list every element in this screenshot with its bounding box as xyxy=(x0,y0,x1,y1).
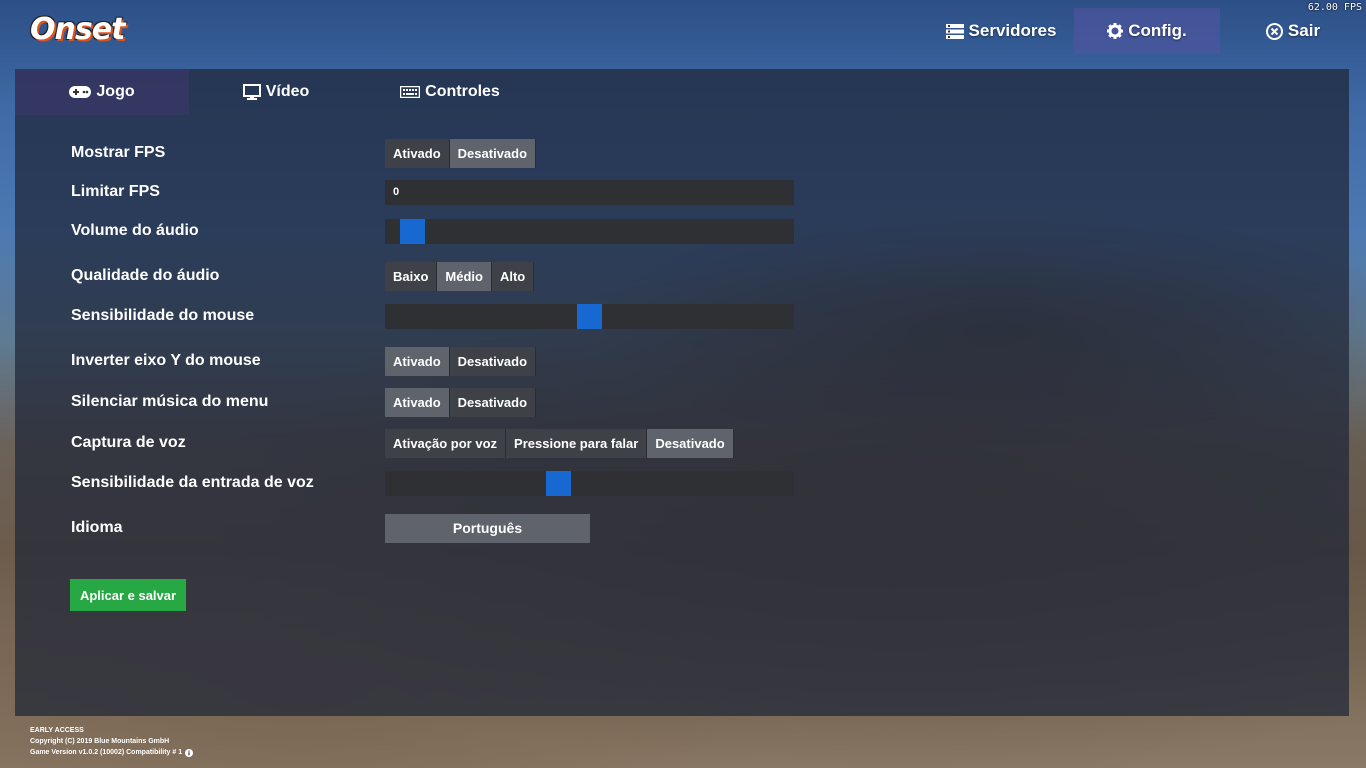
show-fps-label: Mostrar FPS xyxy=(71,144,166,161)
audio-volume-slider[interactable] xyxy=(385,218,794,244)
language-select[interactable]: Português xyxy=(385,513,590,543)
gear-icon xyxy=(1107,23,1124,39)
audio-volume-handle[interactable] xyxy=(400,218,426,244)
setting-mouse-sensitivity: Sensibilidade do mouse xyxy=(71,303,794,329)
mute-menu-music-on-button[interactable]: Ativado xyxy=(385,387,450,417)
language-label: Idioma xyxy=(71,519,123,536)
settings-tabs: Jogo Vídeo Controles xyxy=(15,69,1349,115)
audio-quality-low-button[interactable]: Baixo xyxy=(385,261,438,291)
setting-audio-volume: Volume do áudio xyxy=(71,218,794,244)
mouse-sensitivity-handle[interactable] xyxy=(577,303,602,329)
voice-capture-label: Captura de voz xyxy=(71,434,186,451)
audio-quality-high-button[interactable]: Alto xyxy=(491,261,535,291)
show-fps-toggle: Ativado Desativado xyxy=(385,138,537,168)
voice-sensitivity-handle[interactable] xyxy=(546,470,572,496)
monitor-icon xyxy=(242,84,261,100)
version-text: Game Version v1.0.2 (10002) Compatibilit… xyxy=(30,749,183,756)
early-access-text: EARLY ACCESS xyxy=(30,727,84,734)
nav-exit-label: Sair xyxy=(1287,21,1321,40)
gamepad-icon xyxy=(69,86,92,98)
close-circle-icon xyxy=(1265,22,1283,40)
tab-video-label: Vídeo xyxy=(265,83,310,100)
setting-audio-quality: Qualidade do áudio Baixo Médio Alto xyxy=(71,261,535,291)
settings-panel: Jogo Vídeo Controles Mostrar FPS Ativado… xyxy=(15,69,1349,716)
mouse-sensitivity-slider[interactable] xyxy=(385,303,794,329)
mute-menu-music-label: Silenciar música do menu xyxy=(71,393,269,410)
invert-y-toggle: Ativado Desativado xyxy=(385,346,537,376)
limit-fps-label: Limitar FPS xyxy=(71,183,160,200)
top-nav: Servidores Config. Sair xyxy=(928,8,1366,54)
nav-config-label: Config. xyxy=(1128,21,1187,40)
footer: EARLY ACCESS Copyright (C) 2019 Blue Mou… xyxy=(30,725,194,758)
voice-sensitivity-label: Sensibilidade da entrada de voz xyxy=(71,474,314,491)
tab-video[interactable]: Vídeo xyxy=(189,69,363,115)
nav-servers-label: Servidores xyxy=(968,21,1057,40)
setting-show-fps: Mostrar FPS Ativado Desativado xyxy=(71,138,537,168)
tab-controls[interactable]: Controles xyxy=(363,69,537,115)
audio-quality-label: Qualidade do áudio xyxy=(71,267,220,284)
voice-activation-button[interactable]: Ativação por voz xyxy=(385,428,507,458)
invert-y-label: Inverter eixo Y do mouse xyxy=(71,352,261,369)
show-fps-off-button[interactable]: Desativado xyxy=(449,138,537,168)
nav-servers[interactable]: Servidores xyxy=(928,8,1074,54)
audio-quality-medium-button[interactable]: Médio xyxy=(437,261,492,291)
info-icon[interactable] xyxy=(185,748,194,757)
setting-limit-fps: Limitar FPS 0 xyxy=(71,179,794,205)
invert-y-off-button[interactable]: Desativado xyxy=(449,346,537,376)
setting-language: Idioma Português xyxy=(71,513,590,543)
invert-y-on-button[interactable]: Ativado xyxy=(385,346,450,376)
apply-save-button[interactable]: Aplicar e salvar xyxy=(70,579,186,611)
push-to-talk-button[interactable]: Pressione para falar xyxy=(506,428,648,458)
limit-fps-input[interactable]: 0 xyxy=(385,179,794,205)
voice-capture-off-button[interactable]: Desativado xyxy=(647,428,734,458)
mute-menu-music-off-button[interactable]: Desativado xyxy=(449,387,537,417)
setting-voice-capture: Captura de voz Ativação por voz Pression… xyxy=(71,428,734,458)
nav-config[interactable]: Config. xyxy=(1074,8,1220,54)
copyright-text: Copyright (C) 2019 Blue Mountains GmbH xyxy=(30,738,170,745)
tab-controls-label: Controles xyxy=(425,83,500,100)
version-line: Game Version v1.0.2 (10002) Compatibilit… xyxy=(30,747,194,758)
setting-invert-y: Inverter eixo Y do mouse Ativado Desativ… xyxy=(71,346,537,376)
audio-volume-label: Volume do áudio xyxy=(71,222,199,239)
tab-game[interactable]: Jogo xyxy=(15,69,189,115)
onset-logo: Onset xyxy=(30,12,125,47)
show-fps-on-button[interactable]: Ativado xyxy=(385,138,450,168)
setting-mute-menu-music: Silenciar música do menu Ativado Desativ… xyxy=(71,387,537,417)
keyboard-icon xyxy=(400,86,421,98)
audio-quality-toggle: Baixo Médio Alto xyxy=(385,261,535,291)
mouse-sensitivity-label: Sensibilidade do mouse xyxy=(71,307,255,324)
voice-sensitivity-slider[interactable] xyxy=(385,470,794,496)
mute-menu-music-toggle: Ativado Desativado xyxy=(385,387,537,417)
setting-voice-sensitivity: Sensibilidade da entrada de voz xyxy=(71,470,794,496)
tab-game-label: Jogo xyxy=(96,83,135,100)
server-icon xyxy=(945,23,964,39)
nav-exit[interactable]: Sair xyxy=(1220,8,1366,54)
voice-capture-toggle: Ativação por voz Pressione para falar De… xyxy=(385,428,734,458)
